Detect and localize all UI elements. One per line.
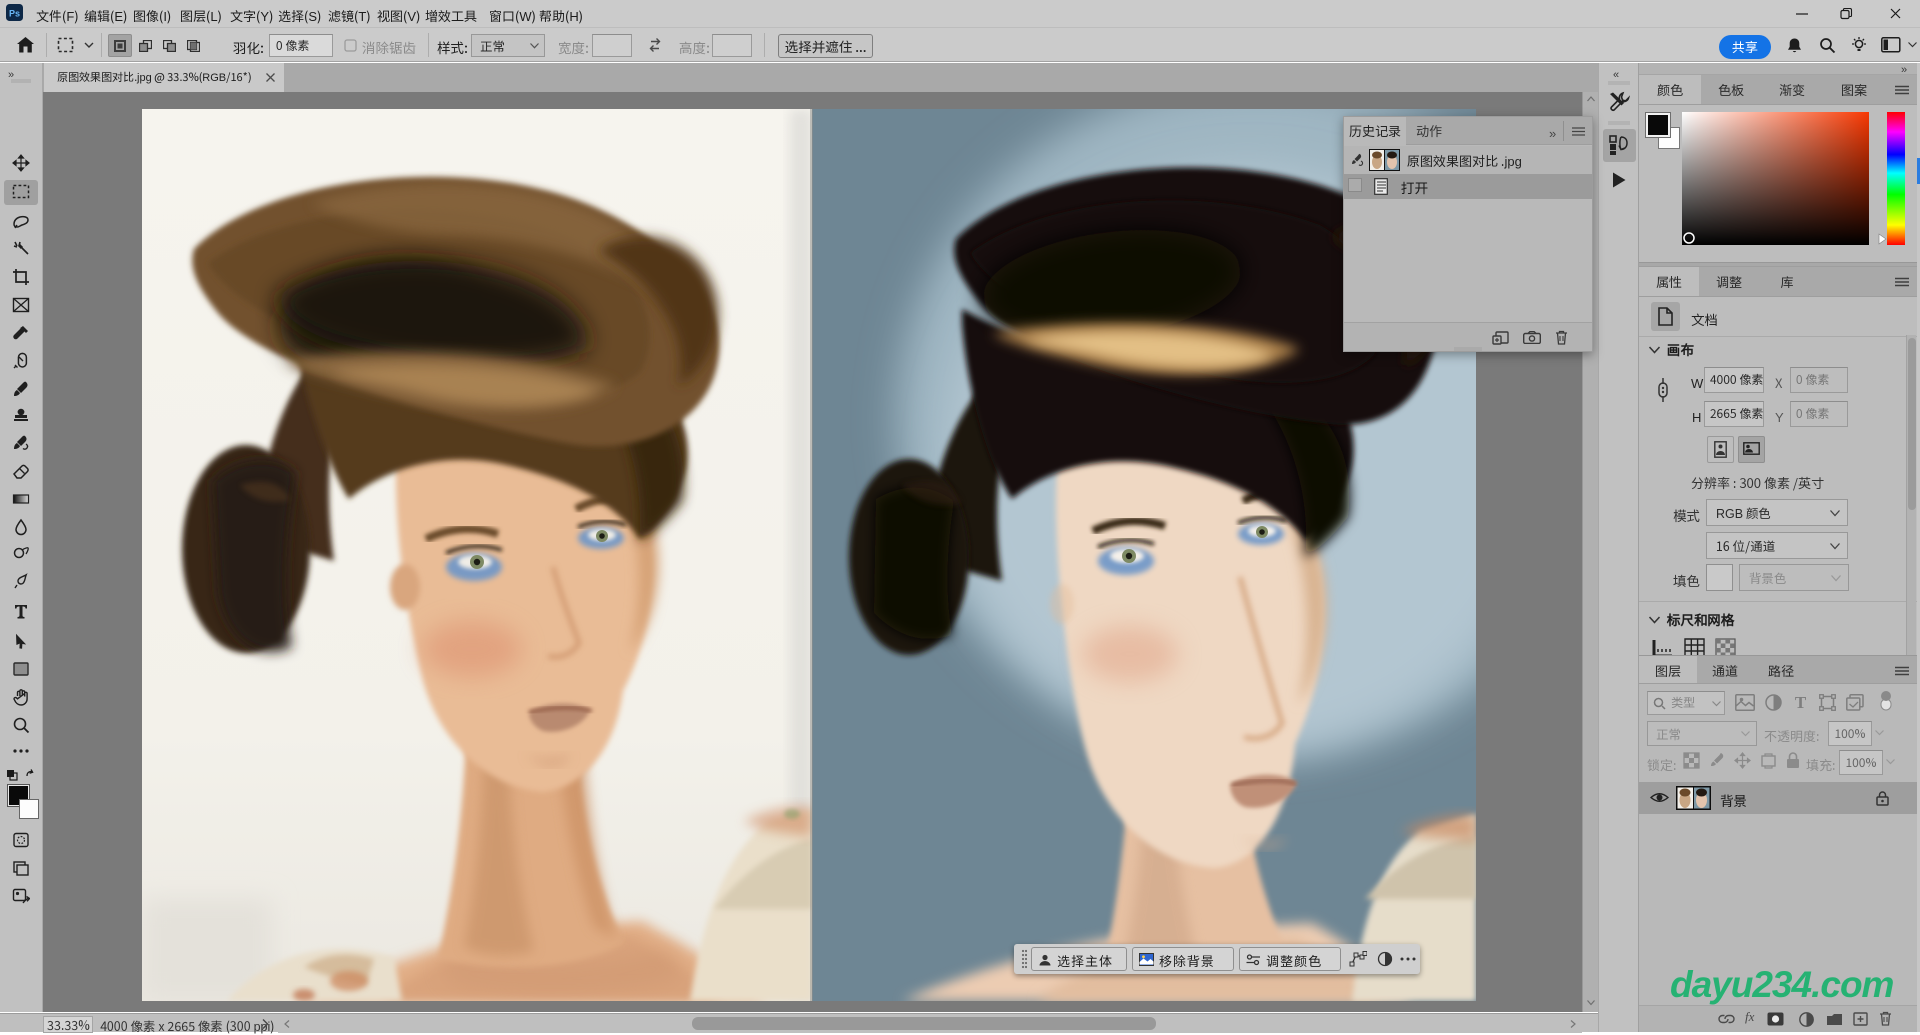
- svg-text:T: T: [1795, 693, 1807, 711]
- svg-text:Ps: Ps: [9, 9, 20, 19]
